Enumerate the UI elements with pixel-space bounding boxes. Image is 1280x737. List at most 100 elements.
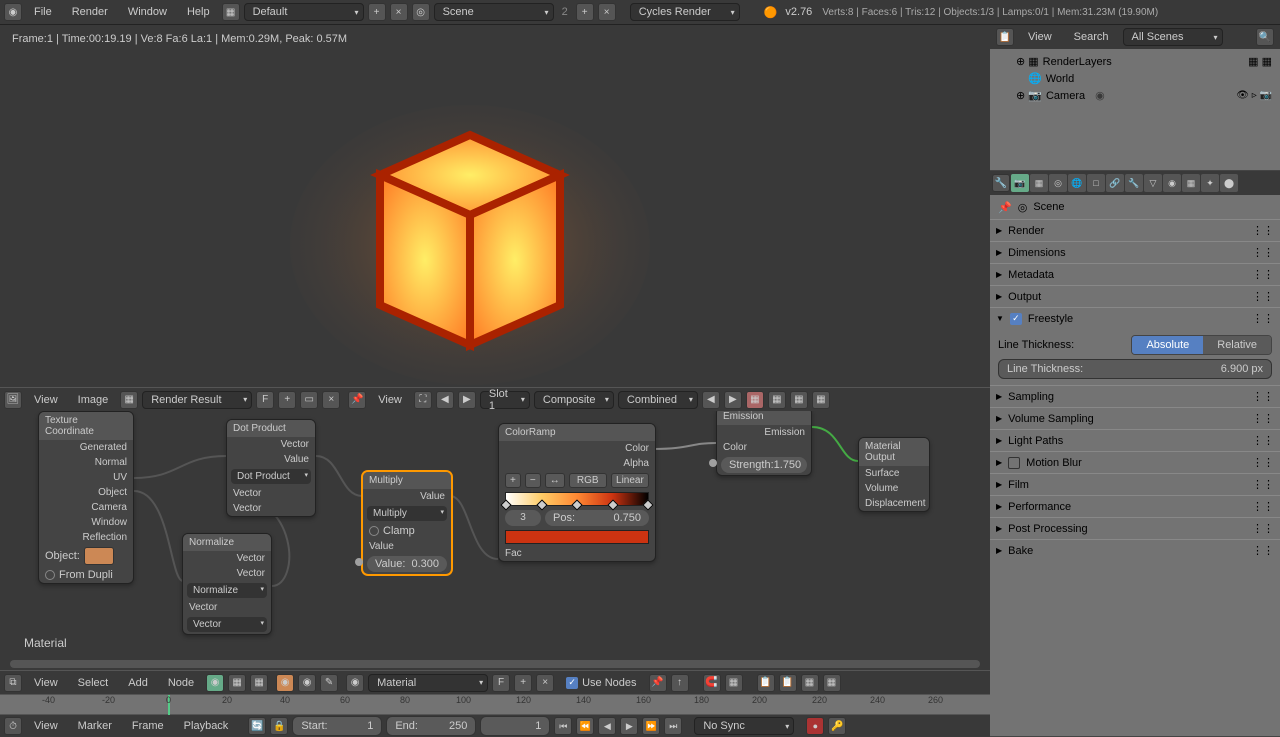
menu-render[interactable]: Render [64, 2, 116, 22]
object-picker-icon[interactable] [84, 547, 114, 565]
current-frame-field[interactable]: 1 [480, 716, 550, 736]
add-layout-icon[interactable]: + [368, 3, 386, 21]
node-normalize[interactable]: Normalize Vector Vector Normalize Vector… [182, 533, 272, 635]
pass-dropdown[interactable]: Combined [618, 391, 698, 409]
multiply-value-field[interactable]: Value:0.300 [367, 556, 447, 572]
layout-icon[interactable]: ▦ [222, 3, 240, 21]
pin-node-icon[interactable]: 📌 [649, 674, 667, 692]
material-fake-user-button[interactable]: F [492, 674, 510, 692]
remove-layout-icon[interactable]: × [390, 3, 408, 21]
sync-dropdown[interactable]: No Sync [694, 717, 794, 735]
prev-slot-icon[interactable]: ◀ [436, 391, 454, 409]
next-keyframe-icon[interactable]: ⏩ [642, 717, 660, 735]
snap-icon[interactable]: 🧲 [703, 674, 721, 692]
outliner-search-menu[interactable]: Search [1066, 27, 1117, 47]
data-tab-icon[interactable]: ▽ [1144, 174, 1162, 192]
node-editor[interactable]: Texture Coordinate Generated Normal UV O… [0, 411, 990, 658]
outliner-view-menu[interactable]: View [1020, 27, 1060, 47]
pin-icon[interactable]: 📌 [348, 391, 366, 409]
timeline-editor-type-icon[interactable]: ⏱ [4, 717, 22, 735]
timeline-marker-menu[interactable]: Marker [70, 716, 120, 736]
normalize-vec-dropdown[interactable]: Vector [187, 617, 267, 632]
unlink-image-icon[interactable]: ▭ [300, 391, 318, 409]
paste-nodes-icon[interactable]: 📋 [779, 674, 797, 692]
section-performance[interactable]: ▶Performance⋮⋮ [990, 496, 1280, 517]
jump-end-icon[interactable]: ⏭ [664, 717, 682, 735]
fake-user-button[interactable]: F [256, 391, 274, 409]
render-result-dropdown[interactable]: Render Result [142, 391, 252, 409]
ramp-flip-icon[interactable]: ↔ [545, 473, 565, 488]
remove-image-icon[interactable]: × [322, 391, 340, 409]
timeline-frame-menu[interactable]: Frame [124, 716, 172, 736]
node-dot-product[interactable]: Dot Product Vector Value Dot Product Vec… [226, 419, 316, 517]
node-material-output[interactable]: Material Output Surface Volume Displacem… [858, 437, 930, 512]
colorramp-gradient[interactable] [505, 492, 649, 506]
section-dimensions[interactable]: ▶Dimensions⋮⋮ [990, 242, 1280, 263]
go-parent-icon[interactable]: ↑ [671, 674, 689, 692]
add-image-icon[interactable]: + [278, 391, 296, 409]
object-tab-icon[interactable]: □ [1087, 174, 1105, 192]
play-icon[interactable]: ▶ [620, 717, 638, 735]
jump-start-icon[interactable]: ⏮ [554, 717, 572, 735]
ramp-remove-icon[interactable]: − [525, 473, 541, 488]
keying-set-icon[interactable]: 🔑 [828, 717, 846, 735]
fit-icon[interactable]: ⛶ [414, 391, 432, 409]
backdrop-icon[interactable]: ▦ [823, 674, 841, 692]
scene-dropdown[interactable]: Scene [434, 3, 554, 21]
image-image-menu[interactable]: Image [70, 390, 117, 410]
next-slot-icon[interactable]: ▶ [458, 391, 476, 409]
scene-breadcrumb-label[interactable]: Scene [1033, 201, 1064, 213]
outliner-search-icon[interactable]: 🔍 [1256, 28, 1274, 46]
render-tab-icon[interactable]: 📷 [1011, 174, 1029, 192]
layer-dropdown[interactable]: Composite [534, 391, 614, 409]
ramp-mode-dropdown[interactable]: RGB [569, 473, 607, 488]
ramp-color-swatch[interactable] [505, 530, 649, 544]
snap-type-icon[interactable]: ▦ [725, 674, 743, 692]
modifier-tab-icon[interactable]: 🔧 [1125, 174, 1143, 192]
use-nodes-checkbox[interactable]: ✓Use Nodes [566, 677, 636, 689]
node-multiply[interactable]: Multiply Value Multiply Clamp Value Valu… [362, 471, 452, 575]
menu-help[interactable]: Help [179, 2, 218, 22]
material-add-icon[interactable]: + [514, 674, 532, 692]
add-scene-icon[interactable]: + [576, 3, 594, 21]
material-remove-icon[interactable]: × [536, 674, 554, 692]
material-browse-icon[interactable]: ◉ [346, 674, 364, 692]
node-node-menu[interactable]: Node [160, 673, 202, 693]
slot-dropdown[interactable]: Slot 1 [480, 391, 530, 409]
node-colorramp[interactable]: ColorRamp Color Alpha + − ↔ RGB Linear 3… [498, 423, 656, 562]
section-bake[interactable]: ▶Bake⋮⋮ [990, 540, 1280, 561]
node-add-menu[interactable]: Add [120, 673, 156, 693]
autokey-icon[interactable]: ● [806, 717, 824, 735]
remove-scene-icon[interactable]: × [598, 3, 616, 21]
material-tab-icon[interactable]: ◉ [1163, 174, 1181, 192]
scene-tab-icon[interactable]: ◎ [1049, 174, 1067, 192]
node-view-menu[interactable]: View [26, 673, 66, 693]
timeline-view-menu[interactable]: View [26, 716, 66, 736]
material-dropdown[interactable]: Material [368, 674, 488, 692]
section-light-paths[interactable]: ▶Light Paths⋮⋮ [990, 430, 1280, 451]
channel-rgb-icon[interactable]: ▦ [768, 391, 786, 409]
image-view2-menu[interactable]: View [370, 390, 410, 410]
blender-icon[interactable]: ◉ [4, 3, 22, 21]
node-editor-type-icon[interactable]: ⧉ [4, 674, 22, 692]
node-editor-scrollbar[interactable] [0, 658, 990, 670]
lock-range-icon[interactable]: 🔒 [270, 717, 288, 735]
prev-keyframe-icon[interactable]: ⏪ [576, 717, 594, 735]
renderlayers-tab-icon[interactable]: ▦ [1030, 174, 1048, 192]
object-mode-icon[interactable]: ◉ [276, 674, 294, 692]
thickness-mode-toggle[interactable]: Absolute Relative [1131, 335, 1272, 355]
outliner-renderlayers[interactable]: ⊕ ▦RenderLayers▦ ▦ [998, 53, 1272, 70]
image-browse-icon[interactable]: ▦ [120, 391, 138, 409]
section-volume-sampling[interactable]: ▶Volume Sampling⋮⋮ [990, 408, 1280, 429]
channel-rgba-icon[interactable]: ▦ [746, 391, 764, 409]
editor-type-icon[interactable]: 🖼 [4, 391, 22, 409]
menu-file[interactable]: File [26, 2, 60, 22]
section-motion-blur[interactable]: ▶Motion Blur⋮⋮ [990, 452, 1280, 473]
image-view-menu[interactable]: View [26, 390, 66, 410]
node-texture-coordinate[interactable]: Texture Coordinate Generated Normal UV O… [38, 411, 134, 584]
multiply-op-dropdown[interactable]: Multiply [367, 506, 447, 521]
play-reverse-icon[interactable]: ◀ [598, 717, 616, 735]
section-freestyle[interactable]: ▼✓Freestyle⋮⋮ [990, 308, 1280, 329]
world-mode-icon[interactable]: ◉ [298, 674, 316, 692]
section-output[interactable]: ▶Output⋮⋮ [990, 286, 1280, 307]
